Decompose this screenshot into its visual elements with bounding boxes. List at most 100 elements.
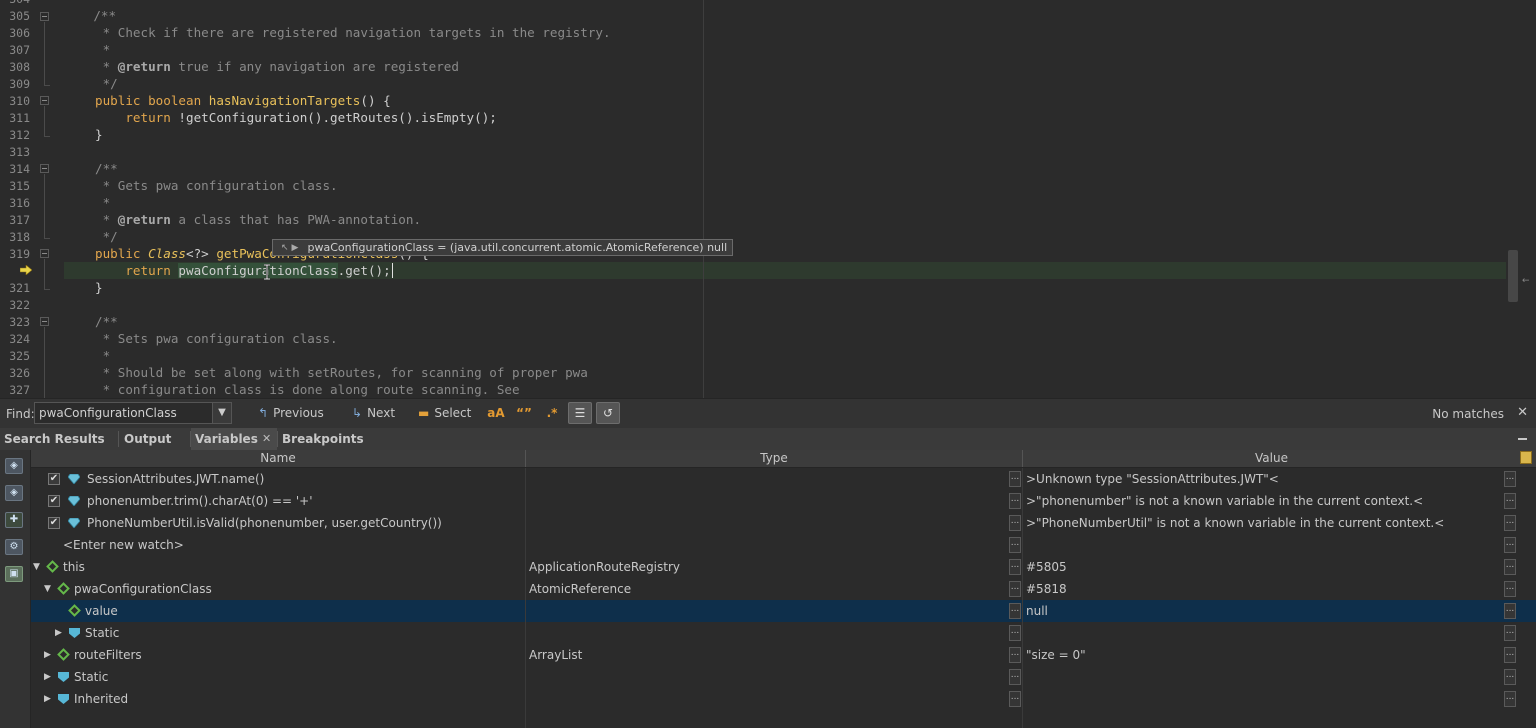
find-next-button[interactable]: ↳ Next — [352, 406, 395, 420]
variable-row[interactable]: ▶ Inherited ... ... — [31, 688, 1536, 710]
fold-toggle-icon[interactable] — [40, 249, 49, 258]
watch-enabled-checkbox[interactable]: ✔ — [48, 495, 60, 507]
variable-row-selected[interactable]: value ... null ... — [31, 600, 1536, 622]
edit-value-button[interactable]: ... — [1504, 537, 1516, 553]
variable-row[interactable]: ▼ this ApplicationRouteRegistry ... #580… — [31, 556, 1536, 578]
code-line[interactable]: * Check if there are registered navigati… — [95, 24, 611, 41]
code-line[interactable]: } — [95, 279, 103, 296]
edit-value-button[interactable]: ... — [1504, 581, 1516, 597]
code-line[interactable]: * — [95, 347, 111, 364]
find-input[interactable] — [34, 402, 214, 424]
variable-row[interactable]: ▶ Static ... ... — [31, 622, 1536, 644]
code-line[interactable]: * Sets pwa configuration class. — [95, 330, 338, 347]
close-tab-icon[interactable]: ✕ — [262, 432, 271, 445]
code-line[interactable]: * — [95, 41, 111, 58]
line-number-gutter[interactable]: 304 305 306 307 308 309 310 311 312 313 … — [0, 0, 62, 398]
tooltip-pin-icon[interactable]: ↖▶ — [281, 243, 301, 253]
expand-arrow-icon[interactable]: ▶ — [44, 666, 51, 688]
find-history-dropdown[interactable]: ▼ — [212, 402, 232, 424]
edit-type-button[interactable]: ... — [1009, 669, 1021, 685]
highlight-results-toggle-icon[interactable]: ☰ — [568, 402, 592, 424]
watch-row[interactable]: ✔ PhoneNumberUtil.isValid(phonenumber, u… — [31, 512, 1536, 534]
variable-settings-icon[interactable]: ⚙ — [5, 539, 23, 555]
whole-words-icon[interactable]: “” — [514, 404, 534, 422]
column-header-value[interactable]: Value — [1023, 450, 1520, 467]
fold-toggle-icon[interactable] — [40, 164, 49, 173]
watch-enabled-checkbox[interactable]: ✔ — [48, 517, 60, 529]
edit-type-button[interactable]: ... — [1009, 493, 1021, 509]
edit-value-button[interactable]: ... — [1504, 647, 1516, 663]
find-previous-button[interactable]: ↰ Previous — [258, 406, 324, 420]
watch-row[interactable]: ✔ SessionAttributes.JWT.name() ... >Unkn… — [31, 468, 1536, 490]
fold-toggle-icon[interactable] — [40, 317, 49, 326]
collapse-arrow-icon[interactable]: ▼ — [33, 556, 40, 578]
minimize-panel-icon[interactable] — [1518, 438, 1527, 440]
edit-type-button[interactable]: ... — [1009, 537, 1021, 553]
edit-value-button[interactable]: ... — [1504, 669, 1516, 685]
variable-row[interactable]: ▶ Static ... ... — [31, 666, 1536, 688]
code-line[interactable]: /** — [95, 313, 118, 330]
code-line[interactable]: return !getConfiguration().getRoutes().i… — [95, 109, 497, 126]
column-header-name[interactable]: Name — [31, 450, 526, 467]
new-watch-placeholder[interactable]: <Enter new watch> — [63, 534, 184, 556]
edit-type-button[interactable]: ... — [1009, 515, 1021, 531]
tab-breakpoints[interactable]: Breakpoints — [278, 428, 364, 450]
watch-enabled-checkbox[interactable]: ✔ — [48, 473, 60, 485]
code-line[interactable]: /** — [95, 160, 118, 177]
code-line[interactable]: */ — [95, 75, 118, 92]
edit-type-button[interactable]: ... — [1009, 625, 1021, 641]
match-case-icon[interactable]: aA — [486, 404, 506, 422]
column-header-type[interactable]: Type — [526, 450, 1023, 467]
variable-value-tooltip[interactable]: ↖▶ pwaConfigurationClass = (java.util.co… — [272, 239, 733, 256]
code-line[interactable]: public boolean hasNavigationTargets() { — [95, 92, 391, 109]
code-editor[interactable]: 304 305 306 307 308 309 310 311 312 313 … — [0, 0, 1536, 398]
edit-value-button[interactable]: ... — [1504, 625, 1516, 641]
edit-type-button[interactable]: ... — [1009, 647, 1021, 663]
expand-arrow-icon[interactable]: ▶ — [55, 622, 62, 644]
code-line[interactable]: * Should be set along with setRoutes, fo… — [95, 364, 588, 381]
code-line[interactable]: return pwaConfigurationClass.get(); — [95, 262, 401, 279]
edit-type-button[interactable]: ... — [1009, 603, 1021, 619]
code-line[interactable]: } — [95, 126, 103, 143]
column-chooser-icon[interactable] — [1520, 451, 1532, 464]
editor-overview-strip[interactable]: ← — [1520, 0, 1536, 398]
expand-arrow-icon[interactable]: ▶ — [44, 644, 51, 666]
tab-output[interactable]: Output — [120, 428, 190, 450]
edit-value-button[interactable]: ... — [1504, 515, 1516, 531]
code-line[interactable]: * configuration class is done along rout… — [95, 381, 520, 398]
tab-search-results[interactable]: Search Results — [0, 428, 118, 450]
variable-row[interactable]: ▼ pwaConfigurationClass AtomicReference … — [31, 578, 1536, 600]
new-watch-row[interactable]: <Enter new watch> ... ... — [31, 534, 1536, 556]
editor-scrollbar-thumb[interactable] — [1508, 250, 1518, 302]
edit-type-button[interactable]: ... — [1009, 691, 1021, 707]
edit-type-button[interactable]: ... — [1009, 471, 1021, 487]
wrap-around-toggle-icon[interactable]: ↺ — [596, 402, 620, 424]
code-line[interactable]: * @return a class that has PWA-annotatio… — [95, 211, 421, 228]
expand-all-icon[interactable]: ◈ — [5, 485, 23, 501]
edit-value-button[interactable]: ... — [1504, 603, 1516, 619]
watch-row[interactable]: ✔ phonenumber.trim().charAt(0) == '+' ..… — [31, 490, 1536, 512]
collapse-all-icon[interactable]: ◈ — [5, 458, 23, 474]
variable-highlight[interactable]: pwaConfigurationClass — [178, 263, 338, 278]
variable-row[interactable]: ▶ routeFilters ArrayList ... "size = 0" … — [31, 644, 1536, 666]
close-icon[interactable]: ✕ — [1517, 405, 1528, 420]
edit-value-button[interactable]: ... — [1504, 559, 1516, 575]
edit-value-button[interactable]: ... — [1504, 471, 1516, 487]
expand-arrow-icon[interactable]: ▶ — [44, 688, 51, 710]
show-watches-icon[interactable]: ▣ — [5, 566, 23, 582]
regex-icon[interactable]: .* — [542, 404, 562, 422]
edit-type-button[interactable]: ... — [1009, 581, 1021, 597]
code-line[interactable]: */ — [95, 228, 118, 245]
fold-toggle-icon[interactable] — [40, 12, 49, 21]
code-line[interactable]: * Gets pwa configuration class. — [95, 177, 338, 194]
find-select-button[interactable]: ▬ Select — [418, 406, 471, 420]
edit-value-button[interactable]: ... — [1504, 691, 1516, 707]
new-watch-icon[interactable]: ✚ — [5, 512, 23, 528]
code-line[interactable]: /** — [63, 7, 116, 24]
code-line[interactable]: * @return true if any navigation are reg… — [95, 58, 459, 75]
collapse-arrow-icon[interactable]: ▼ — [44, 578, 51, 600]
edit-type-button[interactable]: ... — [1009, 559, 1021, 575]
edit-value-button[interactable]: ... — [1504, 493, 1516, 509]
code-line[interactable]: * — [95, 194, 111, 211]
fold-toggle-icon[interactable] — [40, 96, 49, 105]
